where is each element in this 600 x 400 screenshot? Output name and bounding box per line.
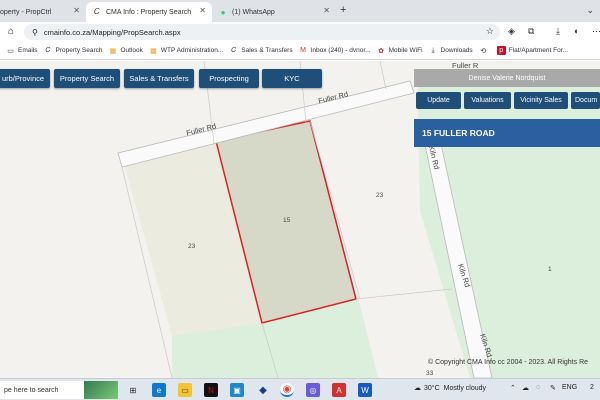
bookmark-downloads[interactable]: ⤓ Downloads [429, 46, 473, 55]
whatsapp-icon: ● [220, 7, 226, 17]
new-tab-icon[interactable]: + [340, 4, 346, 16]
huawei-icon: ✿ [378, 47, 384, 55]
tab-whatsapp-title: (1) WhatsApp [232, 8, 275, 16]
download-icon: ⤓ [431, 46, 435, 54]
tab-cma-info[interactable]: 𝐶 CMA Info : Property Search ✕ [86, 2, 212, 22]
property24-icon: p [496, 46, 506, 55]
valuations-button[interactable]: Valuations [464, 92, 511, 109]
kyc-button[interactable]: KYC [262, 69, 322, 88]
tab-whatsapp[interactable]: ● (1) WhatsApp ✕ [212, 2, 336, 22]
prospecting-button[interactable]: Prospecting [199, 69, 259, 88]
bookmark-label: Outlook [120, 47, 143, 54]
network-icon[interactable]: ◌ [536, 384, 540, 391]
edge-icon[interactable]: e [152, 383, 166, 397]
task-view-icon[interactable]: ⊞ [126, 383, 140, 397]
erf-label-33: 33 [426, 370, 434, 377]
bookmark-label: Property Search [55, 47, 103, 54]
extensions-icon[interactable]: ◈ [508, 26, 515, 37]
erf-label-15: 15 [283, 217, 291, 224]
tab-cma-info-title: CMA Info : Property Search [106, 8, 192, 16]
profile-icon[interactable]: ◐ [574, 26, 579, 36]
bookmark-property-search[interactable]: 𝐶 Property Search [44, 46, 103, 55]
bookmark-wtp-admin[interactable]: ▦ WTP Administration... [149, 46, 223, 55]
gmail-icon: M [300, 47, 306, 54]
bookmark-sales-transfers[interactable]: 𝐶 Sales & Transfers [229, 46, 292, 55]
netflix-icon[interactable]: N [204, 383, 218, 397]
bookmark-outlook[interactable]: ▦ Outlook [108, 46, 143, 55]
close-icon[interactable]: ✕ [73, 6, 80, 15]
bookmark-inbox[interactable]: M Inbox (240) - dvnor... [299, 46, 371, 55]
clock-text[interactable]: 2 [590, 384, 594, 391]
folder-icon: ▭ [7, 47, 14, 55]
onedrive-icon[interactable]: ☁ [522, 384, 529, 392]
bookmark-history[interactable]: ⟲ [479, 46, 491, 55]
cma-icon: 𝐶 [94, 7, 100, 16]
bookmark-label: Emails [18, 47, 38, 54]
word-icon[interactable]: W [358, 383, 372, 397]
bookmark-label: Flat/Apartment For... [508, 47, 568, 54]
bookmark-label: Inbox (240) - dvnor... [310, 47, 371, 54]
windows-icon: ▦ [109, 47, 117, 55]
close-icon[interactable]: ✕ [199, 6, 206, 15]
bookmark-label: Mobile WiFi [388, 47, 423, 54]
home-icon[interactable]: ⌂ [8, 26, 14, 37]
history-icon: ⟲ [480, 47, 487, 55]
address-bar-row: ⌂ ⚲ cmainfo.co.za/Mapping/PropSearch.asp… [0, 22, 600, 42]
copyright-text: © Copyright CMA Info cc 2004 - 2023. All… [428, 359, 589, 366]
erf-label-23-east: 23 [376, 192, 384, 199]
weather-temp: 30°C [424, 384, 440, 392]
bookmark-label: Downloads [440, 47, 473, 54]
site-info-icon[interactable]: ⚲ [32, 28, 38, 37]
chevron-up-icon[interactable]: ⌃ [510, 384, 516, 392]
download-icon[interactable]: ⤓ [556, 26, 560, 37]
documents-button[interactable]: Docum [571, 92, 600, 109]
bookmarks-bar: ▭ Emails 𝐶 Property Search ▦ Outlook ▦ WTP A… [0, 42, 600, 60]
property-address-header: 15 FULLER ROAD [414, 119, 600, 147]
bookmark-label: WTP Administration... [160, 47, 224, 54]
close-icon[interactable]: ✕ [323, 6, 330, 15]
bookmark-emails[interactable]: ▭ Emails [6, 46, 38, 55]
property-search-button[interactable]: Property Search [54, 69, 120, 88]
tab-propctrl-title: operty - PropCtrl [0, 8, 52, 16]
vicinity-sales-button[interactable]: Vicinity Sales [514, 92, 568, 109]
owner-name-bar: Denise Valerie Nordquist [414, 69, 600, 87]
sales-transfers-button[interactable]: Sales & Transfers [124, 69, 194, 88]
taskbar-search-placeholder: pe here to search [4, 386, 59, 394]
chrome-icon[interactable]: ◉ [280, 383, 294, 397]
file-explorer-icon[interactable]: ▭ [178, 383, 192, 397]
cma-icon: 𝐶 [45, 46, 51, 54]
tab-propctrl[interactable]: operty - PropCtrl ✕ [0, 2, 86, 22]
store-icon[interactable]: ▣ [230, 383, 244, 397]
cloud-icon: ☁ [414, 385, 421, 392]
star-icon[interactable]: ☆ [486, 26, 494, 37]
erf-label-23-west: 23 [188, 243, 196, 250]
menu-icon[interactable]: ⋯ [592, 26, 600, 37]
weather-widget[interactable]: ☁ 30°C Mostly cloudy [414, 384, 487, 393]
bookmark-label: Sales & Transfers [241, 47, 293, 54]
suburb-province-button[interactable]: urb/Province [0, 69, 50, 88]
windows-taskbar: pe here to search ⊞ e ▭ N ▣ ◆ ◉ ◎ A W ☁ … [0, 378, 600, 400]
cma-icon: 𝐶 [231, 46, 237, 54]
url-text: cmainfo.co.za/Mapping/PropSearch.aspx [43, 27, 181, 37]
acrobat-icon[interactable]: A [332, 383, 346, 397]
language-label[interactable]: ENG [562, 384, 577, 391]
pen-icon[interactable]: ✎ [550, 384, 556, 392]
puzzle-icon[interactable]: ⧉ [528, 26, 534, 37]
page-content: Fuller Rd Fuller Rd Kiln Rd Kiln Rd Kiln… [0, 61, 600, 378]
browser-tab-bar: operty - PropCtrl ✕ 𝐶 CMA Info : Propert… [0, 0, 600, 22]
bookmark-mobile-wifi[interactable]: ✿ Mobile WiFi [377, 46, 423, 55]
windows-icon: ▦ [150, 47, 157, 55]
search-highlight-image [84, 381, 118, 399]
tab-search-icon[interactable]: ⌄ [586, 5, 594, 16]
taskbar-search[interactable]: pe here to search [0, 381, 118, 399]
update-button[interactable]: Update [416, 92, 461, 109]
app-icon[interactable]: ◎ [306, 383, 320, 397]
erf-label-1: 1 [548, 266, 552, 273]
dropbox-icon[interactable]: ◆ [256, 383, 270, 397]
url-field[interactable]: ⚲ cmainfo.co.za/Mapping/PropSearch.aspx … [24, 24, 500, 40]
bookmark-flat-apartment[interactable]: p Flat/Apartment For... [496, 46, 568, 55]
weather-desc: Mostly cloudy [443, 384, 487, 392]
